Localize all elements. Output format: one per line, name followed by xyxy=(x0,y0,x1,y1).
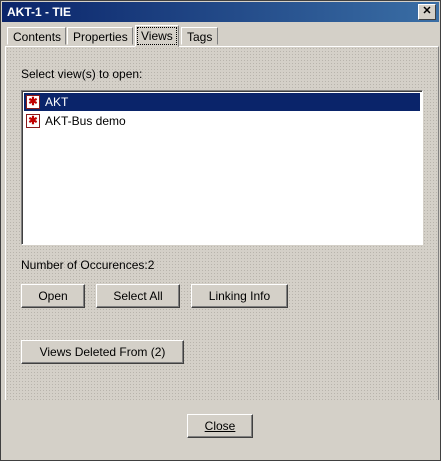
select-all-button[interactable]: Select All xyxy=(96,284,180,308)
dialog-window: AKT-1 - TIE ✕ Contents Properties Views … xyxy=(0,0,441,461)
asterisk-icon: ✱ xyxy=(26,95,40,109)
close-icon[interactable]: ✕ xyxy=(418,4,436,20)
window-title: AKT-1 - TIE xyxy=(7,5,72,19)
list-item-label: AKT-Bus demo xyxy=(45,114,126,128)
open-button[interactable]: Open xyxy=(21,284,85,308)
dialog-footer: Close xyxy=(2,400,439,460)
tab-properties[interactable]: Properties xyxy=(67,27,133,45)
close-button[interactable]: Close xyxy=(187,414,253,438)
occurrences-label: Number of Occurences:2 xyxy=(21,258,155,272)
list-item[interactable]: ✱ AKT-Bus demo xyxy=(24,112,420,130)
views-panel: Select view(s) to open: ✱ AKT ✱ AKT-Bus … xyxy=(5,46,439,401)
select-views-label: Select view(s) to open: xyxy=(21,67,143,81)
asterisk-icon: ✱ xyxy=(26,114,40,128)
list-item[interactable]: ✱ AKT xyxy=(24,93,420,111)
tab-contents[interactable]: Contents xyxy=(7,27,66,45)
tab-tags[interactable]: Tags xyxy=(181,27,218,45)
views-listbox[interactable]: ✱ AKT ✱ AKT-Bus demo xyxy=(21,90,423,245)
list-item-label: AKT xyxy=(45,95,69,109)
linking-info-button[interactable]: Linking Info xyxy=(191,284,288,308)
title-bar[interactable]: AKT-1 - TIE ✕ xyxy=(2,2,439,22)
tab-views[interactable]: Views xyxy=(135,25,179,47)
views-deleted-button[interactable]: Views Deleted From (2) xyxy=(21,340,184,364)
